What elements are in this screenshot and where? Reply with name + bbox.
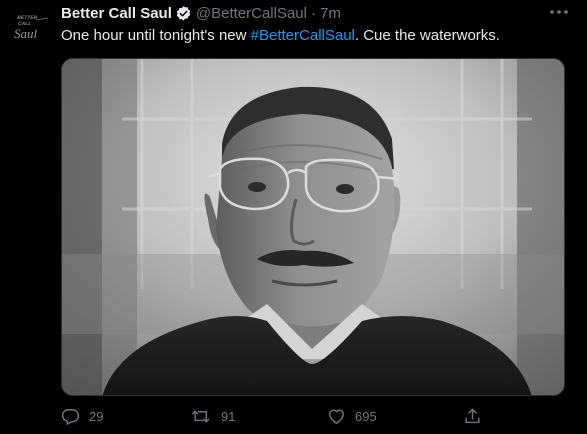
avatar[interactable]: BETTER CALL Saul — [0, 5, 50, 49]
tweet-media-image[interactable] — [61, 58, 565, 396]
retweet-icon — [191, 410, 210, 423]
tweet-actions: 29 91 695 — [61, 402, 491, 432]
retweet-button[interactable]: 91 — [191, 407, 235, 426]
like-button[interactable]: 695 — [327, 407, 377, 426]
avatar-logo-line-3: Saul — [14, 26, 38, 41]
share-icon — [465, 408, 480, 424]
reply-button[interactable]: 29 — [61, 407, 103, 426]
timestamp[interactable]: 7m — [320, 5, 341, 22]
tweet-header: Better Call Saul @BetterCallSaul · 7m — [61, 3, 341, 23]
tweet-text: One hour until tonight's new #BetterCall… — [61, 26, 500, 46]
retweet-count: 91 — [221, 409, 236, 424]
like-count: 695 — [355, 409, 377, 424]
share-button[interactable] — [463, 407, 482, 426]
tweet-text-before: One hour until tonight's new — [61, 27, 251, 44]
avatar-logo: BETTER CALL Saul — [0, 5, 50, 49]
hashtag-link[interactable]: #BetterCallSaul — [251, 27, 355, 44]
photo-man-glasses — [62, 59, 564, 395]
heart-icon — [329, 409, 344, 424]
more-button[interactable] — [547, 4, 571, 20]
user-handle[interactable]: @BetterCallSaul — [196, 5, 307, 22]
reply-icon — [61, 409, 80, 425]
tweet-text-after: . Cue the waterworks. — [354, 27, 500, 44]
display-name[interactable]: Better Call Saul — [61, 5, 172, 22]
separator-dot: · — [310, 4, 316, 22]
verified-badge-icon — [175, 5, 192, 22]
more-icon — [550, 10, 568, 14]
reply-count: 29 — [89, 409, 104, 424]
